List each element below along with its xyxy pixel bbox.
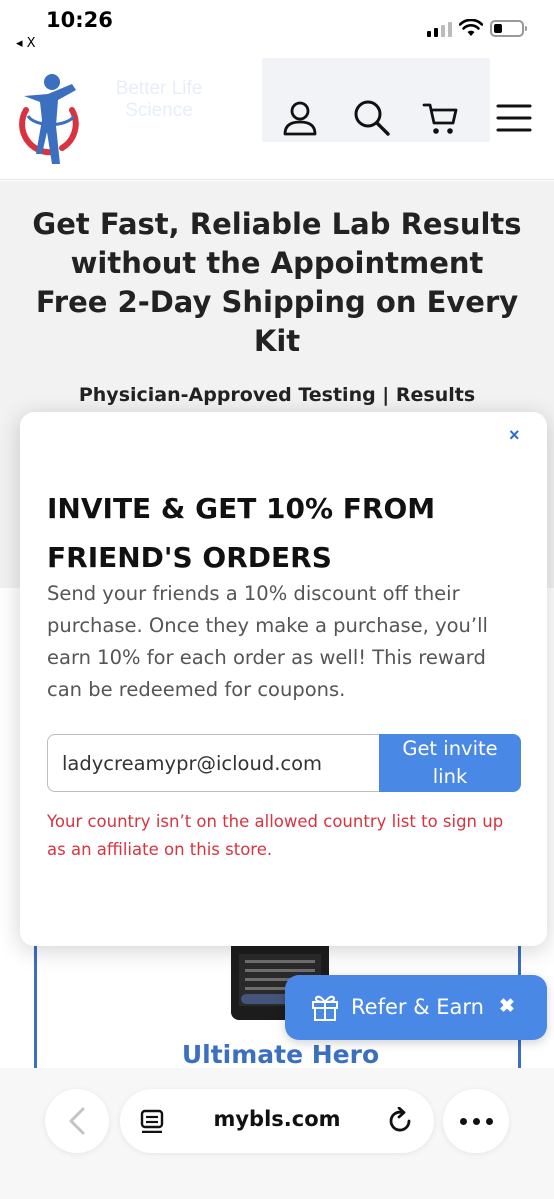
more-dot xyxy=(472,1117,480,1125)
more-dot xyxy=(485,1117,493,1125)
error-message: Your country isn’t on the allowed countr… xyxy=(47,812,504,859)
browser-toolbar: mybls.com xyxy=(0,1068,554,1199)
modal-description: Send your friends a 10% discount off the… xyxy=(47,582,488,701)
get-invite-link-button[interactable]: Get invite link xyxy=(379,734,521,792)
invite-form: Get invite link xyxy=(47,734,521,792)
search-icon[interactable] xyxy=(352,98,392,138)
menu-icon[interactable] xyxy=(494,98,534,138)
invite-modal: × INVITE & GET 10% FROM FRIEND'S ORDERS … xyxy=(20,412,547,946)
status-bar: 10:26 ◂ X xyxy=(0,0,554,58)
wifi-icon xyxy=(459,19,483,36)
refer-and-earn-button[interactable]: Refer & Earn ✖ xyxy=(285,975,547,1040)
reload-icon[interactable] xyxy=(386,1107,414,1135)
product-name[interactable]: Ultimate Hero xyxy=(37,1040,524,1069)
hero-subtitle: Physician-Approved Testing | Results xyxy=(78,384,476,406)
cellular-signal-icon xyxy=(427,22,452,37)
back-to-app-link[interactable]: ◂ X xyxy=(16,36,36,51)
close-modal-button[interactable]: × xyxy=(509,425,520,446)
gift-icon xyxy=(312,995,338,1021)
account-icon[interactable] xyxy=(280,98,320,138)
refer-close-icon[interactable]: ✖ xyxy=(499,995,515,1018)
email-field[interactable] xyxy=(47,734,379,792)
cart-icon[interactable] xyxy=(420,98,460,138)
hero-title: Get Fast, Reliable Lab Results without t… xyxy=(32,207,522,358)
logo-wordmark: Better Life Science xyxy=(115,78,203,121)
more-dot xyxy=(459,1117,467,1125)
site-header: Better Life Science xyxy=(0,58,554,180)
browser-back-button[interactable] xyxy=(45,1089,109,1153)
better-life-science-logo[interactable] xyxy=(14,70,86,166)
address-bar[interactable]: mybls.com xyxy=(120,1089,434,1153)
chevron-left-icon xyxy=(69,1107,85,1135)
more-options-button[interactable] xyxy=(443,1089,509,1153)
refer-and-earn-label: Refer & Earn xyxy=(351,995,484,1019)
battery-icon xyxy=(490,20,527,37)
status-time: 10:26 xyxy=(46,8,113,32)
modal-title: INVITE & GET 10% FROM FRIEND'S ORDERS xyxy=(47,492,436,574)
